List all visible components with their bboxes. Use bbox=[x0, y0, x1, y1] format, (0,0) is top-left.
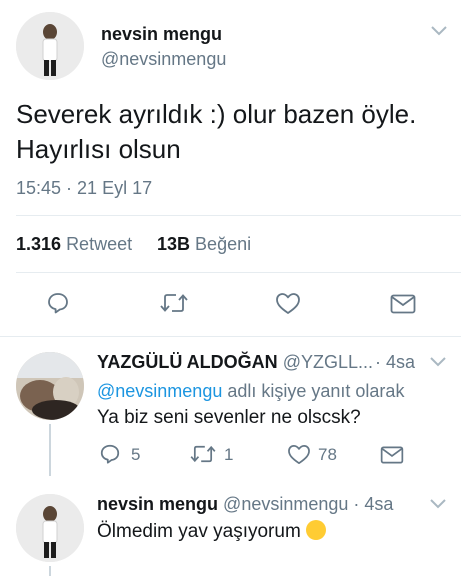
reply-avatar[interactable] bbox=[16, 352, 84, 420]
divider bbox=[16, 272, 461, 273]
retweet-label: Retweet bbox=[66, 234, 133, 254]
reply-author-name[interactable]: YAZGÜLÜ ALDOĞAN bbox=[97, 352, 278, 372]
thread-line bbox=[49, 566, 51, 576]
tweet-text-line1: Severek ayrıldık :) olur bazen öyle. bbox=[16, 99, 417, 129]
like-count: 78 bbox=[318, 445, 337, 464]
tweet-text-line2: Hayırlısı olsun bbox=[16, 134, 181, 164]
retweet-stats[interactable]: 1.316 Retweet bbox=[16, 234, 132, 255]
reply-text-row: Ölmedim yav yaşıyorum 😀 bbox=[97, 520, 327, 543]
like-heart-icon[interactable] bbox=[275, 292, 301, 315]
like-stats[interactable]: 13B Beğeni bbox=[157, 234, 251, 255]
direct-message-icon[interactable] bbox=[380, 446, 404, 464]
retweet-count: 1.316 bbox=[16, 234, 62, 254]
chevron-down-icon[interactable] bbox=[431, 26, 447, 36]
thread-line bbox=[49, 424, 51, 476]
like-count: 13B bbox=[157, 234, 191, 254]
reply-context: @nevsinmengu adlı kişiye yanıt olarak bbox=[97, 381, 404, 402]
reply-to-handle[interactable]: @nevsinmengu bbox=[97, 381, 222, 401]
author-handle[interactable]: @nevsinmengu bbox=[101, 49, 226, 70]
direct-message-icon[interactable] bbox=[390, 294, 416, 314]
like-heart-icon[interactable] bbox=[287, 444, 311, 465]
retweet-count: 1 bbox=[224, 445, 234, 464]
divider bbox=[16, 215, 461, 216]
reply-header: nevsin mengu @nevsinmengu · 4sa bbox=[97, 494, 393, 515]
reply-time[interactable]: · 4sa bbox=[375, 352, 415, 373]
reply-to-suffix: adlı kişiye yanıt olarak bbox=[227, 381, 405, 401]
reply-icon[interactable] bbox=[46, 291, 70, 315]
like-label: Beğeni bbox=[195, 234, 252, 254]
chevron-down-icon[interactable] bbox=[430, 357, 446, 367]
section-divider bbox=[0, 336, 461, 337]
reply-header: YAZGÜLÜ ALDOĞAN @YZGLL... bbox=[97, 352, 373, 373]
retweet-icon[interactable] bbox=[190, 444, 216, 464]
reply-avatar[interactable] bbox=[16, 494, 84, 562]
grinning-emoji: 😀 bbox=[306, 520, 327, 540]
reply-author-name[interactable]: nevsin mengu bbox=[97, 494, 218, 514]
author-name[interactable]: nevsin mengu bbox=[101, 24, 222, 45]
reply-count: 5 bbox=[131, 445, 141, 464]
reply-text: Ölmedim yav yaşıyorum bbox=[97, 521, 301, 542]
tweet-timestamp[interactable]: 15:45 · 21 Eyl 17 bbox=[16, 178, 152, 199]
reply-author-handle[interactable]: @nevsinmengu bbox=[223, 494, 348, 514]
reply-text: Ya biz seni sevenler ne olscsk? bbox=[97, 407, 361, 428]
retweet-icon[interactable] bbox=[160, 292, 188, 314]
chevron-down-icon[interactable] bbox=[430, 499, 446, 509]
reply-author-handle[interactable]: @YZGLL... bbox=[283, 352, 373, 372]
reply-icon[interactable] bbox=[99, 443, 121, 465]
reply-time[interactable]: · 4sa bbox=[353, 494, 393, 514]
author-avatar[interactable] bbox=[16, 12, 84, 80]
